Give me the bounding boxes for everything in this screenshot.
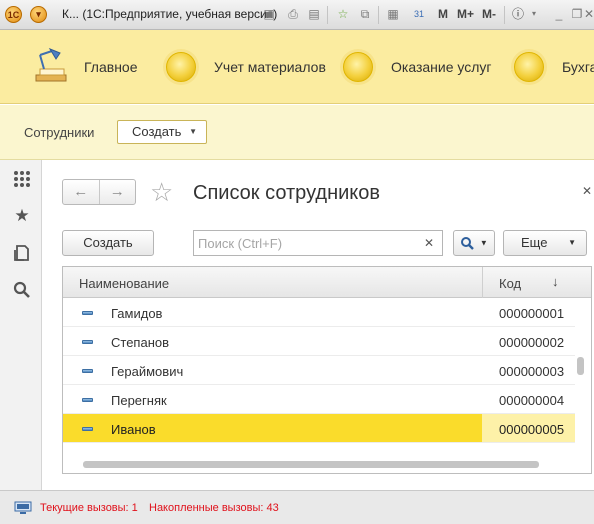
favorites-star-icon[interactable]: ★: [13, 207, 31, 225]
toolbar-separator: [378, 6, 379, 24]
section-command-bar: Сотрудники Создать ▼: [0, 105, 594, 160]
forward-arrow-icon[interactable]: →: [98, 180, 136, 204]
back-arrow-icon[interactable]: ←: [63, 180, 99, 204]
more-label: Еще: [521, 235, 548, 250]
column-header-name[interactable]: Наименование: [79, 276, 169, 291]
sections-panel: Главное Учет материалов Оказание услуг Б…: [0, 30, 594, 104]
employee-code: 000000001: [499, 306, 565, 321]
column-header-code[interactable]: Код: [499, 276, 521, 291]
memory-button[interactable]: M: [438, 7, 448, 21]
create-dropdown-button[interactable]: Создать ▼: [117, 120, 207, 144]
save-icon[interactable]: ▣: [262, 7, 276, 21]
section-ball-icon: [343, 52, 373, 82]
section-ball-icon: [166, 52, 196, 82]
section-materials[interactable]: Учет материалов: [166, 30, 326, 104]
catalog-item-icon: [82, 369, 93, 373]
history-icon[interactable]: [13, 244, 31, 262]
close-window-icon[interactable]: ✕: [584, 7, 594, 21]
section-label: Главное: [84, 59, 138, 75]
navigation-buttons: ← →: [62, 179, 136, 205]
employee-name: Перегняк: [111, 393, 167, 408]
employee-name: Гамидов: [111, 306, 163, 321]
table-row[interactable]: Степанов 000000002: [63, 327, 575, 356]
section-services[interactable]: Оказание услуг: [343, 30, 492, 104]
app-logo-icon[interactable]: 1C: [5, 6, 22, 23]
current-calls-counter: Текущие вызовы: 1: [40, 502, 138, 514]
toolbar-separator: [504, 6, 505, 24]
status-bar: Текущие вызовы: 1 Накопленные вызовы: 43: [0, 490, 594, 524]
window-title: К... (1С:Предприятие, учебная версия): [62, 7, 278, 21]
clear-search-icon[interactable]: ✕: [424, 236, 434, 250]
employee-code: 000000002: [499, 335, 565, 350]
section-label: Оказание услуг: [391, 59, 492, 75]
horizontal-scroll-thumb[interactable]: [83, 461, 539, 468]
sort-descending-icon: ↓: [552, 274, 559, 289]
title-bar: 1C ▾ К... (1С:Предприятие, учебная верси…: [0, 0, 594, 30]
calendar-icon[interactable]: 31: [412, 7, 426, 21]
restore-icon[interactable]: ❐: [570, 7, 584, 21]
search-icon[interactable]: [13, 281, 31, 299]
table-row[interactable]: Гамидов 000000001: [63, 298, 575, 327]
left-toolbar: ★: [0, 160, 42, 490]
section-accounting[interactable]: Бухга: [514, 30, 594, 104]
catalog-item-icon: [82, 398, 93, 402]
table-row[interactable]: Перегняк 000000004: [63, 385, 575, 414]
server-calls-icon[interactable]: [14, 501, 32, 515]
employee-name: Иванов: [111, 422, 156, 437]
preview-icon[interactable]: ▤: [307, 7, 321, 21]
vertical-scroll-thumb[interactable]: [577, 357, 584, 375]
accumulated-calls-counter: Накопленные вызовы: 43: [149, 502, 279, 514]
section-main[interactable]: Главное: [30, 30, 138, 104]
print-icon[interactable]: ⎙: [286, 7, 300, 21]
table-header: Наименование Код ↓: [63, 267, 591, 298]
memory-subtract-button[interactable]: M-: [482, 7, 496, 21]
favorites-icon[interactable]: ☆: [336, 7, 350, 21]
nav-link-employees[interactable]: Сотрудники: [24, 125, 94, 140]
minimize-icon[interactable]: _: [552, 7, 566, 21]
section-label: Бухга: [562, 59, 594, 75]
employee-code: 000000005: [499, 422, 565, 437]
employee-code: 000000004: [499, 393, 565, 408]
table-row-selected[interactable]: Иванов 000000005: [63, 414, 575, 443]
table-row[interactable]: Гераймович 000000003: [63, 356, 575, 385]
info-icon[interactable]: ⓘ: [511, 7, 525, 21]
page-title: Список сотрудников: [193, 182, 381, 204]
search-icon: [461, 236, 475, 250]
catalog-item-icon: [82, 340, 93, 344]
catalog-item-icon: [82, 427, 93, 431]
column-separator: [482, 267, 483, 298]
calculator-icon[interactable]: ▦: [386, 7, 400, 21]
create-dropdown-label: Создать: [132, 124, 182, 139]
desk-lamp-icon: [35, 47, 67, 82]
add-to-favorites-star-icon[interactable]: ☆: [150, 177, 173, 207]
search-input[interactable]: [193, 230, 443, 256]
memory-add-button[interactable]: M+: [457, 7, 474, 21]
chevron-down-icon: ▼: [189, 127, 197, 136]
close-form-icon[interactable]: ✕: [582, 184, 592, 198]
employee-code: 000000003: [499, 364, 565, 379]
catalog-item-icon: [82, 311, 93, 315]
employee-name: Степанов: [111, 335, 170, 350]
info-dropdown-icon[interactable]: ▾: [527, 7, 541, 21]
all-functions-icon[interactable]: [13, 170, 31, 188]
create-button[interactable]: Создать: [62, 230, 154, 256]
section-label: Учет материалов: [214, 59, 326, 75]
vertical-scrollbar[interactable]: [575, 298, 591, 473]
list-form: ← → ☆ Список сотрудников ✕ Создать ✕ ▼ Е…: [42, 160, 594, 490]
employees-table: Наименование Код ↓ Гамидов 000000001 Сте…: [62, 266, 592, 474]
search-options-button[interactable]: ▼: [453, 230, 495, 256]
employee-name: Гераймович: [111, 364, 184, 379]
section-ball-icon: [514, 52, 544, 82]
toolbar-separator: [327, 6, 328, 24]
link-icon[interactable]: ⧉: [358, 7, 372, 21]
chevron-down-icon: ▼: [568, 238, 576, 247]
chevron-down-icon: ▼: [479, 238, 488, 248]
main-menu-icon[interactable]: ▾: [30, 6, 47, 23]
more-button[interactable]: Еще ▼: [503, 230, 587, 256]
